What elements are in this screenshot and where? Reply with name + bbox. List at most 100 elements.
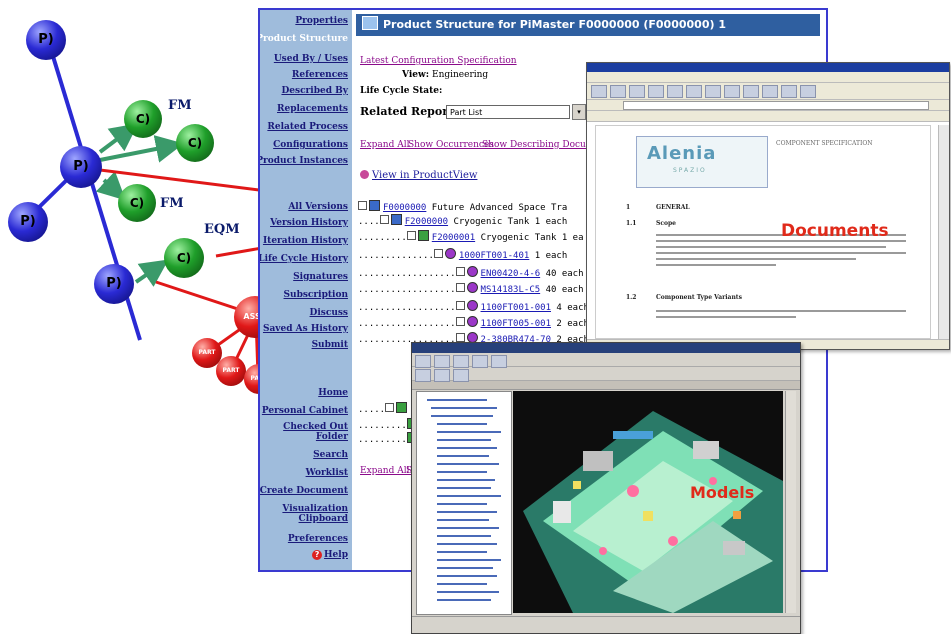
sidebar-item-signatures[interactable]: Signatures: [293, 272, 348, 282]
tree-row[interactable]: .............. 1000FT001-401 1 each: [358, 248, 567, 262]
documents-scrollbar[interactable]: [938, 125, 949, 339]
refresh-icon[interactable]: [648, 85, 664, 98]
view-icon[interactable]: [415, 369, 431, 382]
company-logo: Alenia SPAZIO: [636, 136, 768, 188]
section-icon[interactable]: [453, 369, 469, 382]
doc-header-right: COMPONENT SPECIFICATION: [776, 140, 873, 147]
address-input[interactable]: [623, 101, 929, 110]
sidebar-item-subscription[interactable]: Subscription: [284, 290, 348, 300]
view-label: View:: [402, 70, 430, 80]
expand-toggle[interactable]: [379, 215, 389, 224]
models-toolbar: [412, 353, 800, 368]
sidebar-item-all-versions[interactable]: All Versions: [288, 202, 348, 212]
sidebar-item-product-structure[interactable]: Product Structure: [260, 34, 348, 44]
model-3d-viewport[interactable]: [513, 391, 783, 613]
sidebar-item-worklist[interactable]: Worklist: [306, 468, 348, 478]
view-in-productview-link[interactable]: View in ProductView: [360, 170, 477, 181]
models-toolbar-secondary: [412, 367, 800, 382]
sidebar-item-preferences[interactable]: Preferences: [288, 534, 348, 544]
text-line: [656, 246, 886, 248]
back-icon[interactable]: [591, 85, 607, 98]
expand-toggle[interactable]: [455, 333, 465, 342]
expand-toggle[interactable]: [455, 301, 465, 310]
sidebar-item-home[interactable]: Home: [318, 388, 348, 398]
expand-toggle[interactable]: [433, 249, 443, 258]
tree-row[interactable]: .................. EN00420-4-6 40 each: [358, 266, 584, 280]
documents-menu-bar[interactable]: [587, 72, 949, 83]
expand-toggle[interactable]: [455, 317, 465, 326]
model-scrollbar[interactable]: [785, 391, 796, 613]
related-reports-select[interactable]: Part List: [446, 105, 570, 119]
expand-toggle[interactable]: [358, 201, 367, 210]
sidebar-item-search[interactable]: Search: [313, 450, 348, 460]
sidebar-item-saved-as-history[interactable]: Saved As History: [263, 324, 348, 334]
tree-row[interactable]: .... F2000000 Cryogenic Tank 1 each: [358, 214, 567, 228]
text-line: [656, 310, 906, 312]
documents-window: Alenia SPAZIO COMPONENT SPECIFICATION 1 …: [586, 62, 950, 350]
sidebar-item-configurations[interactable]: Configurations: [273, 140, 348, 150]
expand-toggle[interactable]: [406, 231, 416, 240]
text-line: [656, 258, 856, 260]
tree-row[interactable]: .....: [358, 402, 410, 416]
forward-icon[interactable]: [610, 85, 626, 98]
latest-config-link[interactable]: Latest Configuration Specification: [360, 56, 517, 66]
sidebar-item-submit[interactable]: Submit: [312, 340, 348, 350]
text-line: [656, 252, 906, 254]
view-value: Engineering: [432, 70, 489, 80]
sidebar-item-iteration-history[interactable]: Iteration History: [263, 236, 348, 246]
print-icon[interactable]: [762, 85, 778, 98]
zoom-icon[interactable]: [491, 355, 507, 368]
report-go-button[interactable]: ▾: [572, 104, 586, 120]
expand-toggle[interactable]: [455, 283, 465, 292]
help-label: Help: [324, 550, 348, 560]
section-title: Component Type Variants: [656, 294, 742, 301]
sidebar-item-properties[interactable]: Properties: [295, 16, 348, 26]
sidebar-item-create-document[interactable]: Create Document: [260, 486, 348, 496]
part-icon: [444, 248, 456, 259]
expand-all-bottom-link[interactable]: Expand All: [360, 466, 409, 476]
sidebar-item-product-instances[interactable]: Product Instances: [260, 156, 348, 166]
sidebar-item-help[interactable]: ? Help: [312, 550, 348, 560]
expand-all-link[interactable]: Expand All: [360, 140, 409, 150]
model-tree-panel[interactable]: [416, 391, 512, 615]
tree-row[interactable]: .................. 1100FT005-001 2 each: [358, 316, 589, 330]
search-icon[interactable]: [686, 85, 702, 98]
sidebar-item-version-history[interactable]: Version History: [270, 218, 348, 228]
mail-icon[interactable]: [743, 85, 759, 98]
history-icon[interactable]: [724, 85, 740, 98]
favorites-icon[interactable]: [705, 85, 721, 98]
part-icon: [466, 266, 478, 277]
product-links: [24, 39, 142, 341]
sidebar-nav: Properties Product Structure Used By / U…: [260, 10, 352, 570]
text-line: [656, 316, 796, 318]
tree-row[interactable]: ......... F2000001 Cryogenic Tank 1 ea: [358, 230, 584, 244]
section-title: GENERAL: [656, 204, 690, 211]
help-icon[interactable]: [800, 85, 816, 98]
sidebar-item-checked-out-folder[interactable]: Checked Out Folder: [268, 422, 348, 442]
stop-icon[interactable]: [629, 85, 645, 98]
home-icon[interactable]: [667, 85, 683, 98]
sidebar-item-personal-cabinet[interactable]: Personal Cabinet: [262, 406, 348, 416]
sidebar-item-related-process[interactable]: Related Process: [267, 122, 348, 132]
sidebar-item-used-by[interactable]: Used By / Uses: [274, 54, 348, 64]
sidebar-item-replacements[interactable]: Replacements: [277, 104, 348, 114]
measure-icon[interactable]: [434, 369, 450, 382]
help-icon: ?: [312, 550, 323, 560]
product-icon: [390, 214, 402, 225]
models-tab-strip[interactable]: [412, 381, 800, 390]
component-icon: [417, 230, 429, 241]
tree-row[interactable]: F0000000 Future Advanced Space Tra: [358, 200, 567, 214]
tools-icon[interactable]: [781, 85, 797, 98]
section-number: 1: [626, 204, 631, 211]
sidebar-item-references[interactable]: References: [292, 70, 348, 80]
sidebar-item-visualization-clipboard[interactable]: Visualization Clipboard: [268, 504, 348, 524]
sidebar-item-described-by[interactable]: Described By: [281, 86, 348, 96]
expand-toggle[interactable]: [455, 267, 465, 276]
expand-toggle[interactable]: [385, 403, 395, 412]
sidebar-item-discuss[interactable]: Discuss: [310, 308, 348, 318]
rotate-icon[interactable]: [472, 355, 488, 368]
tree-row[interactable]: .................. 1100FT001-001 4 each: [358, 300, 589, 314]
sidebar-item-life-cycle-history[interactable]: Life Cycle History: [260, 254, 348, 264]
tree-row[interactable]: .................. MS14183L-C5 40 each: [358, 282, 584, 296]
text-line: [656, 264, 776, 266]
